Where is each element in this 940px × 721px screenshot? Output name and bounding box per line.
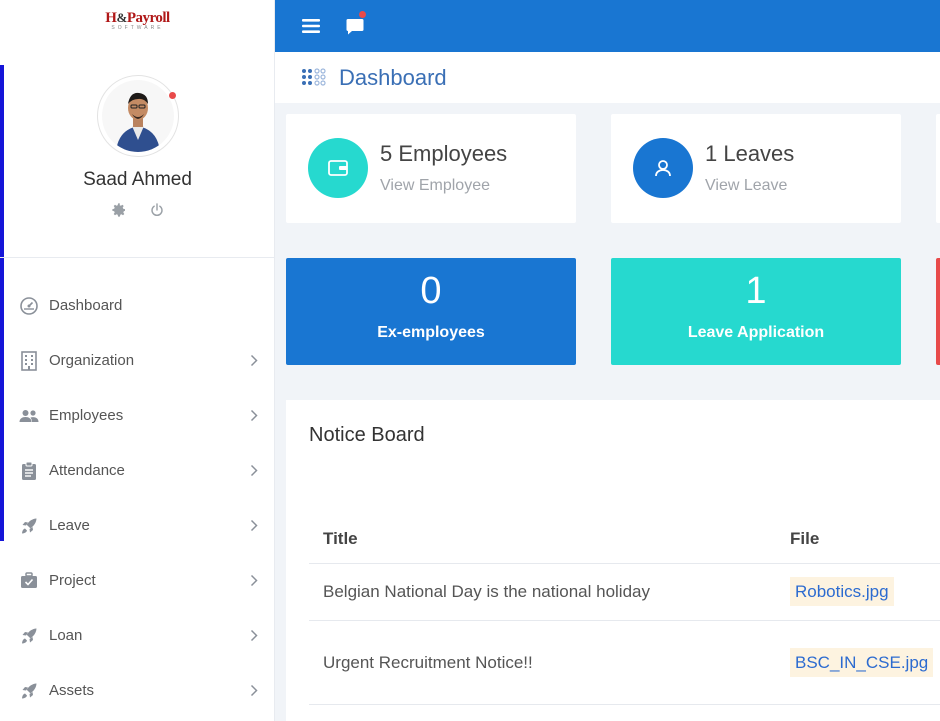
employees-card[interactable]: 5 Employees View Employee — [286, 114, 576, 223]
clipboard-icon — [18, 460, 40, 482]
column-header-file: File — [790, 528, 820, 548]
leave-application-value: 1 — [745, 270, 767, 312]
sidebar-item-leave[interactable]: Leave — [0, 498, 274, 553]
view-leave-link[interactable]: View Leave — [705, 177, 787, 195]
divider — [0, 257, 274, 258]
chevron-right-icon — [247, 684, 261, 698]
ex-employees-label: Ex-employees — [377, 324, 485, 341]
rocket-icon — [18, 680, 40, 702]
rocket-icon — [18, 515, 40, 537]
page-title: Dashboard — [339, 64, 447, 90]
file-link[interactable]: Robotics.jpg — [790, 577, 894, 606]
notification-badge — [358, 10, 367, 19]
chevron-right-icon — [247, 574, 261, 588]
sidebar-item-project[interactable]: Project — [0, 553, 274, 608]
rocket-icon — [18, 625, 40, 647]
partial-card — [936, 114, 940, 223]
sidebar-menu: Dashboard Organization Employees Attenda… — [0, 278, 274, 718]
building-icon — [18, 350, 40, 372]
menu-toggle-button[interactable] — [299, 14, 323, 38]
power-icon[interactable] — [148, 201, 166, 219]
sidebar-item-assets[interactable]: Assets — [0, 663, 274, 718]
chevron-right-icon — [247, 464, 261, 478]
notice-title: Belgian National Day is the national hol… — [323, 582, 650, 601]
page-header: Dashboard — [275, 52, 940, 103]
online-status-dot — [168, 92, 176, 99]
gauge-icon — [18, 295, 40, 317]
leaves-count: 1 Leaves — [705, 141, 795, 166]
chevron-right-icon — [247, 519, 261, 533]
chevron-right-icon — [247, 409, 261, 423]
sidebar-item-loan[interactable]: Loan — [0, 608, 274, 663]
table-header: Title File — [309, 514, 940, 564]
settings-gear-icon[interactable] — [110, 201, 128, 219]
sidebar-item-employees[interactable]: Employees — [0, 388, 274, 443]
notice-table: Title File Belgian National Day is the n… — [309, 514, 940, 705]
sidebar-item-attendance[interactable]: Attendance — [0, 443, 274, 498]
app-logo[interactable]: H&Payroll SOFTWARE — [0, 0, 274, 50]
file-link[interactable]: BSC_IN_CSE.jpg — [790, 647, 934, 677]
notice-board: Notice Board Title File Belgian National… — [286, 400, 940, 721]
profile-name: Saad Ahmed — [83, 169, 192, 190]
table-row: Urgent Recruitment Notice!! BSC_IN_CSE.j… — [309, 621, 940, 705]
top-navbar — [275, 0, 940, 52]
ex-employees-tile[interactable]: 0 Ex-employees — [286, 258, 576, 365]
ex-employees-value: 0 — [420, 270, 442, 312]
leaves-card[interactable]: 1 Leaves View Leave — [611, 114, 901, 223]
notice-title: Urgent Recruitment Notice!! — [323, 652, 533, 672]
partial-red-tile — [936, 258, 940, 365]
apps-grid-icon — [302, 67, 326, 86]
notice-board-title: Notice Board — [309, 424, 425, 446]
chevron-right-icon — [247, 629, 261, 643]
column-header-title: Title — [323, 528, 358, 548]
table-row: Belgian National Day is the national hol… — [309, 564, 940, 621]
sidebar: H&Payroll SOFTWARE Saad Ahmed Dashboard … — [0, 0, 275, 721]
leave-application-label: Leave Application — [687, 324, 825, 341]
briefcase-check-icon — [18, 570, 40, 592]
sidebar-item-dashboard[interactable]: Dashboard — [0, 278, 274, 333]
avatar[interactable] — [96, 75, 179, 157]
hamburger-icon — [302, 19, 320, 33]
user-icon — [633, 138, 693, 198]
chevron-right-icon — [247, 354, 261, 368]
messages-button[interactable] — [343, 10, 367, 38]
sidebar-item-organization[interactable]: Organization — [0, 333, 274, 388]
chat-bubble-icon — [346, 18, 364, 34]
employees-count: 5 Employees — [380, 141, 508, 166]
avatar-photo — [101, 80, 174, 152]
view-employee-link[interactable]: View Employee — [380, 177, 490, 195]
people-icon — [18, 405, 40, 427]
leave-application-tile[interactable]: 1 Leave Application — [611, 258, 901, 365]
wallet-icon — [308, 138, 368, 198]
user-profile: Saad Ahmed — [0, 75, 274, 219]
